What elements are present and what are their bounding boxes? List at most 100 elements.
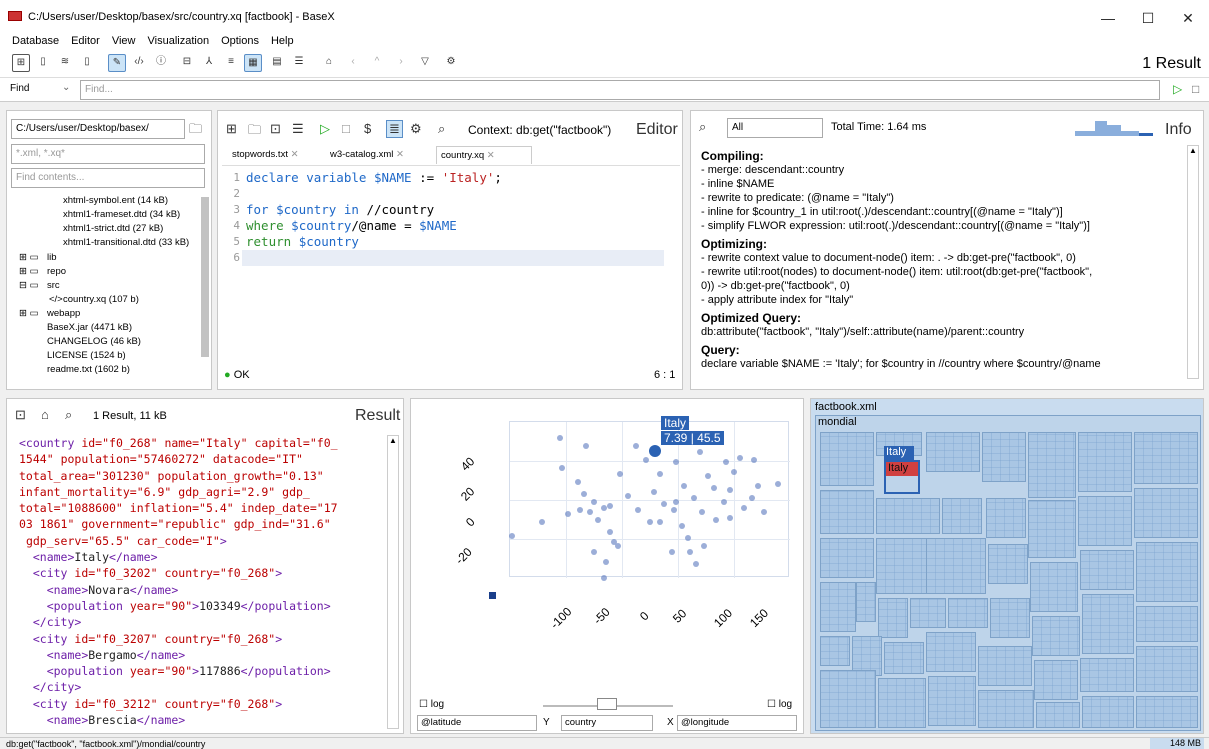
plot-area[interactable] [509, 421, 790, 578]
tree-file[interactable]: xhtml1-strict.dtd (27 kB) [63, 223, 163, 234]
new-file-icon[interactable]: ⊞ [226, 121, 237, 137]
find-input[interactable]: Find... [80, 80, 1160, 100]
run-icon[interactable]: ▷ [320, 121, 330, 137]
info-mode-select[interactable]: All [727, 118, 823, 138]
folder-icon[interactable]: 🗀 [189, 120, 202, 142]
up-icon[interactable]: ^ [368, 54, 386, 72]
save-icon[interactable]: ⊡ [270, 121, 281, 137]
treemap-cell[interactable] [910, 598, 946, 628]
treemap-cell[interactable] [1030, 562, 1078, 612]
memory-indicator[interactable]: 148 MB [1150, 738, 1204, 749]
treemap-cell[interactable] [926, 538, 986, 594]
treemap-cell[interactable] [1134, 488, 1198, 538]
menu-options[interactable]: Options [221, 34, 259, 48]
open-database-icon[interactable]: ▯ [34, 54, 52, 72]
open-file-icon[interactable]: 🗀 [248, 121, 261, 143]
tab-stopwords[interactable]: stopwords.txt ✕ [232, 149, 299, 160]
stop-icon[interactable]: □ [342, 121, 350, 136]
plot-icon[interactable]: ▦ [244, 54, 262, 72]
treemap-cell[interactable] [1136, 646, 1198, 692]
treemap-cell[interactable] [990, 598, 1030, 638]
treemap-cell[interactable] [1080, 658, 1134, 692]
treemap-cell[interactable] [1136, 542, 1198, 602]
info-scrollbar[interactable]: ▲ [1187, 145, 1199, 379]
tree-file[interactable]: country.xq (107 b) [63, 294, 139, 305]
item-select[interactable]: country [561, 715, 653, 731]
format-icon[interactable]: ≣ [386, 120, 403, 138]
treemap-cell[interactable] [820, 582, 856, 632]
tab-w3-catalog[interactable]: w3-catalog.xml ✕ [330, 149, 404, 160]
treemap-cell[interactable] [928, 676, 976, 726]
treemap-cell[interactable] [926, 632, 976, 672]
search-icon[interactable]: ⌕ [699, 119, 706, 135]
treemap-cell[interactable] [878, 678, 926, 728]
tree-file[interactable]: xhtml1-transitional.dtd (33 kB) [63, 237, 189, 248]
treemap-cell[interactable] [1136, 606, 1198, 642]
close-button[interactable]: ✕ [1168, 6, 1208, 30]
tree-file[interactable]: BaseX.jar (4471 kB) [47, 322, 132, 333]
tree-file[interactable]: LICENSE (1524 b) [47, 350, 126, 361]
contents-filter-input[interactable]: Find contents... [11, 168, 205, 188]
treemap-cell[interactable] [820, 636, 850, 666]
tree-file[interactable]: CHANGELOG (46 kB) [47, 336, 141, 347]
treemap-cell[interactable] [986, 498, 1026, 538]
expand-icon[interactable]: ⊞ ▭ [19, 308, 39, 319]
treemap-cell[interactable] [926, 432, 980, 472]
tree-file[interactable]: xhtml-symbol.ent (14 kB) [63, 195, 168, 206]
tree-folder[interactable]: repo [47, 266, 66, 277]
menu-view[interactable]: View [112, 34, 136, 48]
filter-icon[interactable]: ▽ [416, 54, 434, 72]
dollar-icon[interactable]: $ [364, 121, 371, 136]
folder-view-icon[interactable]: ≡ [222, 54, 240, 72]
treemap-cell[interactable] [988, 544, 1028, 584]
search-icon[interactable]: ⌕ [65, 407, 72, 423]
treemap-cell[interactable] [982, 432, 1026, 482]
treemap-cell[interactable] [876, 498, 940, 534]
tree-icon[interactable]: ⅄ [200, 54, 218, 72]
table-icon[interactable]: ▤ [268, 54, 286, 72]
minimize-button[interactable]: — [1088, 6, 1128, 30]
info-icon[interactable]: ⓘ [152, 54, 170, 72]
y-axis-select[interactable]: @latitude [417, 715, 537, 731]
chevron-down-icon[interactable]: ⌄ [62, 82, 70, 93]
file-filter-input[interactable]: *.xml, *.xq* [11, 144, 205, 164]
map-icon[interactable]: ⊟ [178, 54, 196, 72]
result-scrollbar[interactable]: ▲ [387, 435, 399, 729]
treemap-cell[interactable] [820, 538, 874, 578]
treemap-cell[interactable] [884, 642, 924, 674]
treemap-cell[interactable] [1034, 660, 1078, 700]
xml-view-icon[interactable]: ‹/› [130, 54, 148, 72]
history-icon[interactable]: ☰ [292, 121, 304, 137]
tree-file[interactable]: readme.txt (1602 b) [47, 364, 130, 375]
treemap-cell[interactable] [820, 490, 874, 534]
treemap-cell[interactable] [978, 690, 1034, 728]
treemap-cell[interactable] [820, 670, 876, 728]
find-mode[interactable]: Find [10, 83, 29, 94]
stop-icon[interactable]: □ [1192, 82, 1199, 96]
search-icon[interactable]: ⌕ [438, 121, 445, 137]
treemap-cell[interactable] [878, 598, 908, 638]
tree-folder[interactable]: lib [47, 252, 57, 263]
x-axis-select[interactable]: @longitude [677, 715, 797, 731]
expand-icon[interactable]: ⊞ ▭ [19, 252, 39, 263]
properties-icon[interactable]: ≋ [56, 54, 74, 72]
treemap-cell[interactable] [1078, 496, 1132, 546]
menu-database[interactable]: Database [12, 34, 59, 48]
menu-visualization[interactable]: Visualization [148, 34, 210, 48]
treemap-cell[interactable] [1080, 550, 1134, 590]
editor-toggle-icon[interactable]: ✎ [108, 54, 126, 72]
treemap[interactable]: mondial Italy Italy [815, 415, 1201, 731]
menu-help[interactable]: Help [271, 34, 294, 48]
treemap-cell[interactable] [1134, 432, 1198, 484]
tree-file[interactable]: xhtml1-frameset.dtd (34 kB) [63, 209, 180, 220]
tree-folder[interactable]: src [47, 280, 60, 291]
treemap-cell[interactable] [948, 598, 988, 628]
close-database-icon[interactable]: ▯ [78, 54, 96, 72]
treemap-italy[interactable]: Italy [886, 462, 918, 476]
explorer-icon[interactable]: ☰ [290, 54, 308, 72]
settings-icon[interactable]: ⚙ [442, 54, 460, 72]
treemap-cell[interactable] [856, 582, 876, 622]
expand-icon[interactable]: ⊞ ▭ [19, 266, 39, 277]
treemap-cell[interactable] [942, 498, 982, 534]
forward-icon[interactable]: › [392, 54, 410, 72]
